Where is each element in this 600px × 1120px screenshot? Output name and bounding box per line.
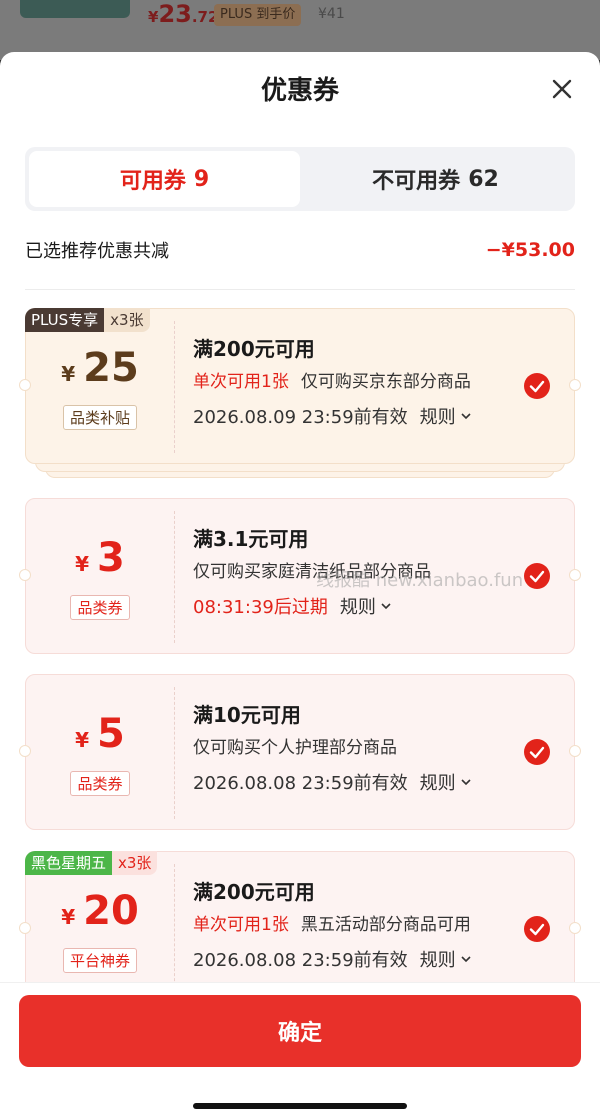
discount-summary: 已选推荐优惠共减 −¥53.00 <box>25 236 575 264</box>
coupon-amount: ¥ 20 <box>61 888 139 934</box>
tab-available-label: 可用券 <box>119 169 186 194</box>
coupon-tabs: 可用券 9 不可用券 62 <box>25 147 575 211</box>
ticket-notch <box>569 379 581 391</box>
confirm-button[interactable]: 确定 <box>19 995 581 1067</box>
yen-symbol: ¥ <box>75 727 90 752</box>
sheet-title: 优惠券 <box>260 76 339 106</box>
close-icon <box>552 79 572 99</box>
dashed-separator <box>174 687 175 819</box>
rule-label: 规则 <box>419 407 456 428</box>
ticket-notch <box>569 745 581 757</box>
yen-symbol: ¥ <box>61 361 76 386</box>
coupon-validity: 2026.08.09 23:59前有效 <box>193 407 408 428</box>
coupon-list: PLUS专享 x3张 ¥ 25 品类补贴 满200元可用 单次可用1张 仅可购买京… <box>0 308 600 1007</box>
tab-unavailable-label: 不可用券 <box>372 169 461 194</box>
rule-link[interactable]: 规则 <box>420 946 472 972</box>
rule-label: 规则 <box>419 950 456 971</box>
coupon-scope-line: 单次可用1张 黑五活动部分商品可用 <box>193 910 513 946</box>
background-product-strip: ¥23.72 PLUS 到手价 ¥41 <box>0 0 600 60</box>
coupon-info: 满200元可用 单次可用1张 黑五活动部分商品可用 2026.08.08 23:5… <box>193 876 513 972</box>
product-price: ¥23.72 <box>148 0 218 28</box>
amount-value: 5 <box>97 710 125 757</box>
ticket-notch <box>569 569 581 581</box>
coupon-scope: 黑五活动部分商品可用 <box>300 915 471 935</box>
close-button[interactable] <box>545 72 579 106</box>
ticket-notch <box>569 922 581 934</box>
amount-value: 25 <box>83 344 139 391</box>
rule-link[interactable]: 规则 <box>340 593 392 619</box>
coupon-condition: 满3.1元可用 <box>193 527 309 551</box>
coupon-condition: 满200元可用 <box>193 337 315 361</box>
coupon-validity: 2026.08.08 23:59前有效 <box>193 950 408 971</box>
coupon-validity: 2026.08.08 23:59前有效 <box>193 773 408 794</box>
coupon-validity-line: 08:31:39后过期 规则 <box>193 593 513 619</box>
chevron-down-icon <box>461 956 471 963</box>
price-symbol: ¥ <box>148 8 159 26</box>
coupon-validity-line: 2026.08.08 23:59前有效 规则 <box>193 946 513 972</box>
coupon-amount: ¥ 25 <box>61 345 139 391</box>
rule-label: 规则 <box>339 597 376 618</box>
yen-symbol: ¥ <box>61 904 76 929</box>
amount-value: 3 <box>97 534 125 581</box>
coupon-limit: 单次可用1张 <box>193 915 289 935</box>
coupon-page: ¥23.72 PLUS 到手价 ¥41 优惠券 可用券 9 不可用券 62 已选… <box>0 0 600 1120</box>
check-icon[interactable] <box>523 562 551 590</box>
price-int: 23 <box>158 0 192 28</box>
plus-price-badge: PLUS 到手价 <box>214 4 302 26</box>
product-thumbnail <box>20 0 130 18</box>
coupon-sheet: 优惠券 可用券 9 不可用券 62 已选推荐优惠共减 −¥53.00 PLUS专… <box>0 52 600 1120</box>
coupon-category: 品类补贴 <box>62 404 137 430</box>
amount-value: 20 <box>83 887 139 934</box>
coupon-scope-line: 仅可购买个人护理部分商品 <box>193 733 513 769</box>
dashed-separator <box>174 864 175 996</box>
rule-label: 规则 <box>419 773 456 794</box>
yen-symbol: ¥ <box>75 551 90 576</box>
watermark: 线报酷 new.xianbao.fun <box>316 570 524 591</box>
chevron-down-icon <box>461 779 471 786</box>
rule-link[interactable]: 规则 <box>420 403 472 429</box>
coupon-countdown: 08:31:39后过期 <box>193 597 328 618</box>
coupon-validity-line: 2026.08.08 23:59前有效 规则 <box>193 769 513 795</box>
coupon-info: 满10元可用 仅可购买个人护理部分商品 2026.08.08 23:59前有效 … <box>193 699 513 795</box>
summary-value: −¥53.00 <box>485 239 575 261</box>
coupon-condition: 满200元可用 <box>193 880 315 904</box>
divider <box>25 289 575 290</box>
coupon-limit: 单次可用1张 <box>193 372 289 392</box>
check-icon[interactable] <box>523 738 551 766</box>
coupon-card[interactable]: ¥ 5 品类券 满10元可用 仅可购买个人护理部分商品 2026.08.08 2… <box>19 674 581 831</box>
coupon-amount-col: ¥ 3 品类券 <box>26 499 174 655</box>
coupon-scope-line: 单次可用1张 仅可购买京东部分商品 <box>193 367 513 403</box>
tab-available[interactable]: 可用券 9 <box>29 151 300 207</box>
tab-unavailable[interactable]: 不可用券 62 <box>300 151 571 207</box>
tab-unavailable-count: 62 <box>468 166 499 192</box>
coupon-amount: ¥ 3 <box>75 535 125 581</box>
coupon-validity-line: 2026.08.09 23:59前有效 规则 <box>193 403 513 429</box>
coupon-info: 满200元可用 单次可用1张 仅可购买京东部分商品 2026.08.09 23:5… <box>193 333 513 429</box>
coupon-scope: 仅可购买个人护理部分商品 <box>193 738 397 758</box>
coupon-condition: 满10元可用 <box>193 703 301 727</box>
coupon-category: 品类券 <box>70 770 130 796</box>
check-icon[interactable] <box>523 915 551 943</box>
coupon-card[interactable]: PLUS专享 x3张 ¥ 25 品类补贴 满200元可用 单次可用1张 仅可购买京… <box>19 308 581 465</box>
dashed-separator <box>174 511 175 643</box>
dashed-separator <box>174 321 175 453</box>
footer-bar: 确定 <box>0 982 600 1120</box>
chevron-down-icon <box>381 603 391 610</box>
coupon-scope: 仅可购买京东部分商品 <box>300 372 471 392</box>
coupon-category: 品类券 <box>70 594 130 620</box>
coupon-amount-col: ¥ 25 品类补贴 <box>26 309 174 465</box>
coupon-category: 平台神券 <box>62 947 137 973</box>
tab-available-count: 9 <box>193 166 210 192</box>
home-indicator <box>193 1103 407 1109</box>
original-price: ¥41 <box>318 6 345 22</box>
summary-label: 已选推荐优惠共减 <box>25 241 169 262</box>
coupon-amount-col: ¥ 5 品类券 <box>26 675 174 831</box>
coupon-amount: ¥ 5 <box>75 711 125 757</box>
chevron-down-icon <box>461 413 471 420</box>
check-icon[interactable] <box>523 372 551 400</box>
rule-link[interactable]: 规则 <box>420 769 472 795</box>
